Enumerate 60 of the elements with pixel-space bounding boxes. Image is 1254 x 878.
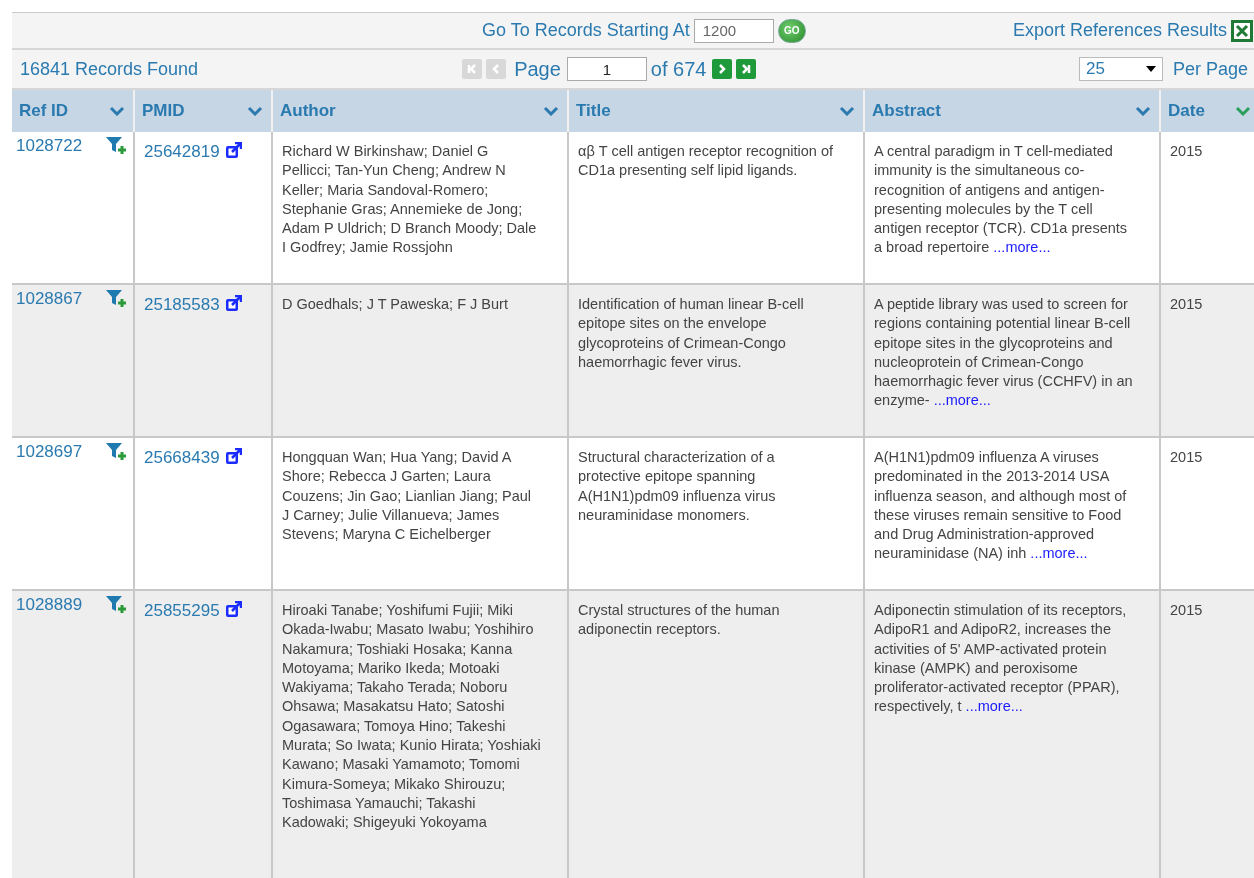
abstract-text: A central paradigm in T cell-mediated immunity is the simultaneous co-recognition of antigens and antigen-presenting molecules by the T cell antigen receptor (TCR). CD1a presents a broad repertoire ...more... (874, 143, 1128, 256)
external-link-icon[interactable] (224, 142, 242, 159)
author-list: Hongquan Wan; Hua Yang; David A Shore; Rebecca J Garten; Laura Couzens; Jin Gao; Lianlian Jiang; Paul J Carney; Julie Villanueva; James Stevens; Maryna C Eichelberger (282, 449, 532, 543)
title-text: Structural characterization of a protective epitope spanning A(H1N1)pdm09 influenza virus neuraminidase monomers. (578, 449, 776, 523)
page-count: of 674 (650, 57, 707, 81)
date-text: 2015 (1170, 143, 1203, 159)
records-found-count: 16841 Records Found (20, 58, 199, 80)
go-button[interactable]: GO (777, 18, 806, 43)
ref-id-link[interactable]: 1028697 (16, 442, 83, 462)
spreadsheet-icon[interactable] (1230, 18, 1254, 43)
goto-label: Go To Records Starting At (482, 20, 690, 41)
ref-id-link[interactable]: 1028867 (16, 289, 83, 309)
date-text: 2015 (1170, 602, 1203, 618)
record-start-field[interactable]: 1200 (693, 18, 774, 43)
chevron-down-icon[interactable] (1135, 106, 1151, 116)
author-list: D Goedhals; J T Paweska; F J Burt (282, 296, 508, 312)
title-text: Identification of human linear B-cell epitope sites on the envelope glycoproteins of Crimean-Congo haemorrhagic fever virus. (578, 296, 804, 370)
author-list: Richard W Birkinshaw; Daniel G Pellicci; Tan-Yun Cheng; Andrew N Keller; Maria Sandoval-Romero; Stephanie Gras; Annemieke de Jong; Adam P Uldrich; D Branch Moody; Dale I Godfrey; Jamie Rossjohn (282, 143, 537, 256)
abstract-text: A(H1N1)pdm09 influenza A viruses predominated in the 2013-2014 USA influenza season, and although most of these viruses remain sensitive to Food and Drug Administration-approved neuraminidase (NA) inh ...more... (874, 449, 1127, 562)
ref-id-link[interactable]: 1028722 (16, 136, 83, 156)
external-link-icon[interactable] (224, 295, 242, 312)
per-page-label: Per Page (1172, 58, 1248, 80)
per-page-select[interactable]: 25 (1078, 57, 1163, 81)
abstract-text: Adiponectin stimulation of its receptors, AdipoR1 and AdipoR2, increases the activities of 5' AMP-activated protein kinase (AMPK) and peroxisome proliferator-activated receptor (PPAR), respectively, t ...more... (874, 602, 1127, 715)
chevron-down-icon[interactable] (1235, 106, 1251, 116)
date-text: 2015 (1170, 449, 1203, 465)
column-header[interactable]: Ref ID (12, 90, 135, 132)
more-link[interactable]: ...more... (993, 239, 1051, 256)
filter-plus-icon[interactable] (105, 136, 129, 156)
export-link[interactable]: Export References Results (1012, 20, 1227, 41)
chevron-down-icon[interactable] (247, 106, 263, 116)
author-list: Hiroaki Tanabe; Yoshifumi Fujii; Miki Okada-Iwabu; Masato Iwabu; Yoshihiro Nakamura; Toshiaki Hosaka; Kanna Motoyama; Mariko Ikeda; Motoaki Wakiyama; Takaho Terada; Noboru Ohsawa; Masakatsu Hato; Satoshi Ogasawara; Tomoya Hino; Takeshi Murata; So Iwata; Kunio Hirata; Yoshiaki Kawano; Masaki Yamamoto; Tomomi Kimura-Someya; Mikako Shirouzu; Toshimasa Yamauchi; Takashi Kadowaki; Shigeyuki Yokoyama (282, 602, 541, 831)
pmid-link[interactable]: 25185583 (144, 295, 220, 315)
chevron-down-icon[interactable] (839, 106, 855, 116)
external-link-icon[interactable] (224, 601, 242, 618)
title-text: Crystal structures of the human adiponectin receptors. (578, 602, 780, 638)
page-label: Page (514, 57, 561, 81)
column-header[interactable]: Author (273, 90, 569, 132)
pmid-link[interactable]: 25855295 (144, 601, 220, 621)
column-header[interactable]: PMID (135, 90, 273, 132)
more-link[interactable]: ...more... (1030, 545, 1088, 562)
column-header[interactable]: Title (569, 90, 865, 132)
chevron-down-icon[interactable] (543, 106, 559, 116)
column-header[interactable]: Abstract (865, 90, 1161, 132)
date-text: 2015 (1170, 296, 1203, 312)
ref-id-link[interactable]: 1028889 (16, 595, 83, 615)
filter-plus-icon[interactable] (105, 289, 129, 309)
column-header[interactable]: Date (1161, 90, 1254, 132)
chevron-down-icon[interactable] (109, 106, 125, 116)
pmid-link[interactable]: 25642819 (144, 142, 220, 162)
external-link-icon[interactable] (224, 448, 242, 465)
filter-plus-icon[interactable] (105, 595, 129, 615)
filter-plus-icon[interactable] (105, 442, 129, 462)
more-link[interactable]: ...more... (965, 698, 1023, 715)
title-text: αβ T cell antigen receptor recognition of CD1a presenting self lipid ligands. (578, 143, 834, 179)
dropdown-caret-icon[interactable] (1145, 66, 1156, 72)
page-number-field[interactable]: 1 (566, 57, 647, 81)
pmid-link[interactable]: 25668439 (144, 448, 220, 468)
more-link[interactable]: ...more... (933, 392, 991, 409)
abstract-text: A peptide library was used to screen for regions containing potential linear B-cell epitope sites in the glycoproteins and nucleoprotein of Crimean-Congo haemorrhagic fever virus (CCHFV) in an enzyme- ...more... (874, 296, 1133, 409)
